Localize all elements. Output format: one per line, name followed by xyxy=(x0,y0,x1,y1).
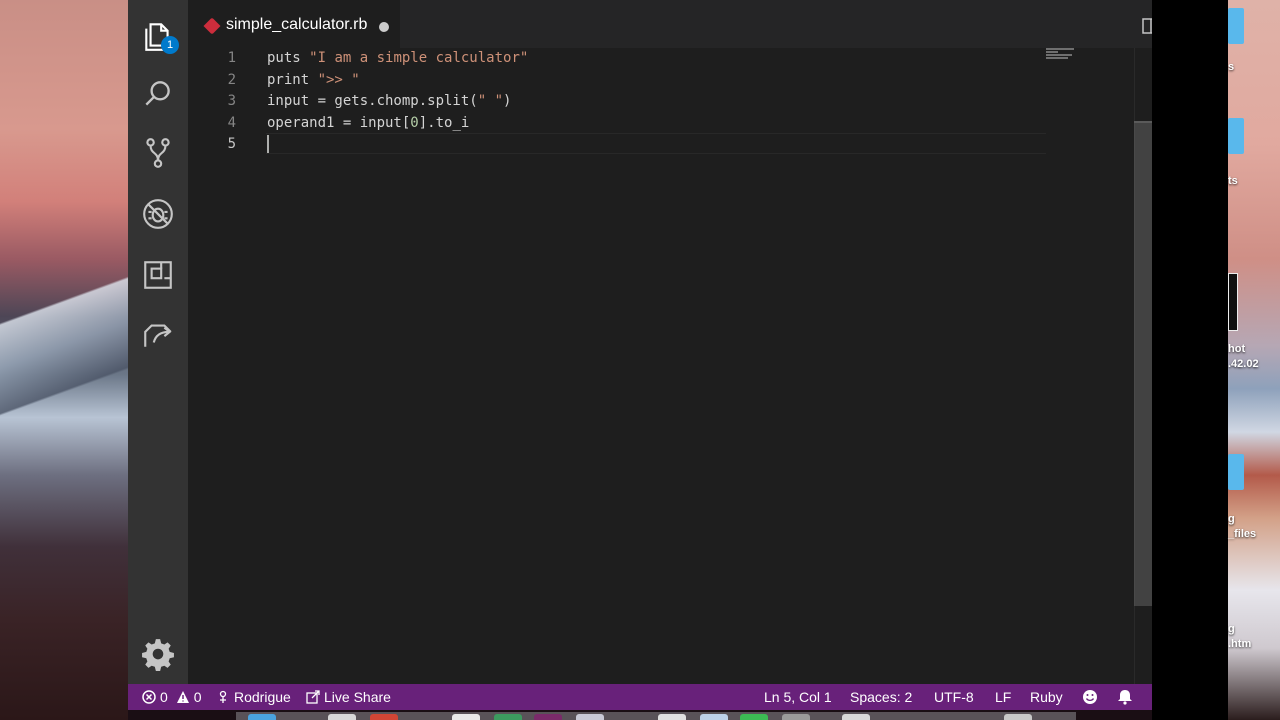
code-token: operand1 = input[ xyxy=(267,114,411,131)
ruby-file-icon xyxy=(203,17,221,35)
desktop-item-label[interactable]: ts xyxy=(1228,174,1280,189)
desktop-item-label[interactable]: s xyxy=(1228,60,1280,75)
language-label: Ruby xyxy=(1030,689,1063,705)
scrollbar-thumb[interactable] xyxy=(1134,122,1152,606)
desktop-file-icon[interactable] xyxy=(1228,454,1244,490)
minimap-line xyxy=(1046,57,1068,59)
line-code: input = gets.chomp.split(" ") xyxy=(267,91,511,112)
debug-icon[interactable] xyxy=(138,194,178,234)
person-icon xyxy=(219,690,227,703)
share-arrow-icon xyxy=(306,690,320,704)
string-token: " " xyxy=(477,93,504,109)
warning-count: 0 xyxy=(193,689,202,705)
string-token: "I am a simple calculator" xyxy=(309,50,529,66)
code-token: puts xyxy=(267,50,310,66)
unsaved-dot-icon[interactable] xyxy=(379,22,389,32)
code-line[interactable]: 4 operand1 = input[0].to_i xyxy=(188,113,1048,134)
desktop-item-label[interactable]: g .htm xyxy=(1228,622,1280,652)
number-token: 0 xyxy=(410,114,419,131)
activity-bar: 1 xyxy=(128,0,188,684)
minimap-line xyxy=(1046,48,1074,50)
dock-app-icon[interactable] xyxy=(782,714,810,720)
dock-app-icon[interactable] xyxy=(740,714,768,720)
line-number: 3 xyxy=(227,93,236,109)
live-share-label: Live Share xyxy=(324,689,391,705)
line-code: puts "I am a simple calculator" xyxy=(267,48,528,69)
tab-bar: simple_calculator.rb xyxy=(188,0,1152,48)
dock-app-icon[interactable] xyxy=(248,714,276,720)
dock-app-icon[interactable] xyxy=(452,714,480,720)
minimap-line xyxy=(1046,51,1058,53)
dock-app-icon[interactable] xyxy=(658,714,686,720)
overview-ruler-cursor xyxy=(1134,121,1152,123)
string-token: ">> " xyxy=(317,71,360,88)
code-line[interactable]: 2 print ">> " xyxy=(188,70,1048,91)
desktop-folder-icon[interactable] xyxy=(1228,8,1244,44)
text-cursor xyxy=(267,135,269,153)
feedback-smiley-icon[interactable] xyxy=(1082,684,1098,710)
line-number: 4 xyxy=(227,114,236,131)
live-share-icon[interactable] xyxy=(138,314,178,354)
macos-dock xyxy=(236,712,1076,720)
minimap-line xyxy=(1046,54,1072,56)
search-icon[interactable] xyxy=(138,74,178,114)
split-editor-icon[interactable] xyxy=(1142,18,1152,34)
indentation-label: Spaces: 2 xyxy=(850,689,913,705)
encoding-setting[interactable]: UTF-8 xyxy=(934,684,974,710)
problems-indicator[interactable]: 0 0 xyxy=(142,684,202,710)
dock-app-icon[interactable] xyxy=(494,714,522,720)
code-editor[interactable]: 1 puts "I am a simple calculator" 2 print "… xyxy=(188,48,1152,684)
code-token: ].to_i xyxy=(418,114,470,131)
live-share-button[interactable]: Live Share xyxy=(306,684,391,710)
dock-app-icon[interactable] xyxy=(328,714,356,720)
code-token: ) xyxy=(503,93,512,109)
mountain-peak xyxy=(0,255,128,435)
code-token: input = gets.chomp.split( xyxy=(267,93,478,109)
code-line[interactable]: 3 input = gets.chomp.split(" ") xyxy=(188,91,1048,112)
status-bar: 0 0 Rodrigue Live Share Ln 5, Col 1 Spac… xyxy=(128,684,1152,710)
desktop-item-label[interactable]: hot .42.02 xyxy=(1228,342,1280,372)
tab-simple-calculator[interactable]: simple_calculator.rb xyxy=(188,0,400,48)
line-number: 5 xyxy=(227,136,236,152)
code-token: print xyxy=(267,71,318,88)
cursor-position[interactable]: Ln 5, Col 1 xyxy=(764,684,832,710)
source-control-icon[interactable] xyxy=(138,133,178,173)
dock-app-icon[interactable] xyxy=(1004,714,1032,720)
dock-app-icon[interactable] xyxy=(700,714,728,720)
extensions-icon[interactable] xyxy=(138,255,178,295)
dock-app-icon[interactable] xyxy=(370,714,398,720)
language-mode[interactable]: Ruby xyxy=(1030,684,1063,710)
desktop-item-label[interactable]: g _files xyxy=(1228,512,1280,542)
error-count: 0 xyxy=(160,689,168,705)
cursor-position-label: Ln 5, Col 1 xyxy=(764,689,832,705)
encoding-label: UTF-8 xyxy=(934,689,974,705)
error-icon xyxy=(142,690,156,704)
line-code: operand1 = input[0].to_i xyxy=(267,113,469,134)
dock-app-icon[interactable] xyxy=(534,714,562,720)
desktop-folder-icon[interactable] xyxy=(1228,118,1244,154)
desktop-screenshot-icon[interactable] xyxy=(1228,273,1238,331)
user-name: Rodrigue xyxy=(234,689,291,705)
code-line[interactable]: 1 puts "I am a simple calculator" xyxy=(188,48,1048,69)
minimap[interactable] xyxy=(1046,48,1136,684)
dock-app-icon[interactable] xyxy=(842,714,870,720)
indentation-setting[interactable]: Spaces: 2 xyxy=(850,684,912,710)
eol-label: LF xyxy=(995,689,1012,705)
code-line[interactable]: 5 xyxy=(188,134,1048,155)
dock-app-icon[interactable] xyxy=(576,714,604,720)
line-number: 2 xyxy=(227,71,236,88)
settings-gear-icon[interactable] xyxy=(138,634,178,674)
line-code: print ">> " xyxy=(267,70,360,91)
desktop-wallpaper-left xyxy=(0,0,128,720)
user-account[interactable]: Rodrigue xyxy=(216,684,291,710)
tab-label: simple_calculator.rb xyxy=(226,16,368,33)
vscode-window: 1 simple_calculator.rb 1 puts "I am a si… xyxy=(128,0,1152,710)
eol-setting[interactable]: LF xyxy=(995,684,1011,710)
warning-icon xyxy=(176,691,189,703)
explorer-badge: 1 xyxy=(161,36,179,54)
notifications-bell-icon[interactable] xyxy=(1117,684,1133,710)
line-number: 1 xyxy=(227,50,236,66)
